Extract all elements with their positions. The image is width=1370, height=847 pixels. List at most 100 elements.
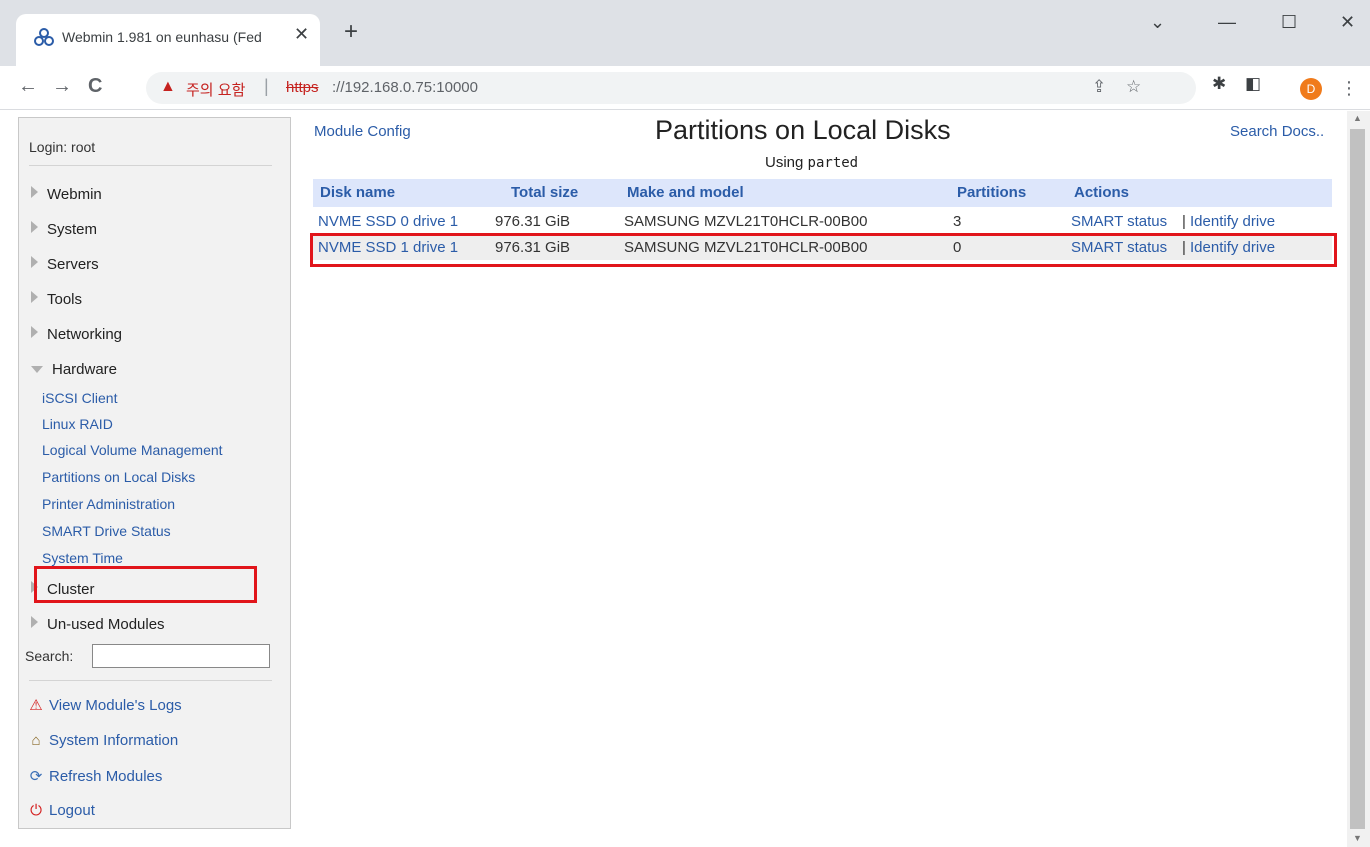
security-warning-icon: ▲ bbox=[160, 78, 176, 95]
sidebar-category-networking[interactable]: Networking bbox=[31, 326, 122, 343]
webmin-page: Login: root Webmin System Servers Tools … bbox=[0, 111, 1370, 847]
sidebar-module-printer-admin[interactable]: Printer Administration bbox=[42, 496, 175, 512]
forward-button[interactable]: → bbox=[52, 75, 72, 98]
sidebar-category-webmin[interactable]: Webmin bbox=[31, 186, 102, 203]
category-label: Un-used Modules bbox=[47, 616, 165, 633]
category-label: Servers bbox=[47, 256, 99, 273]
expanded-arrow-icon bbox=[31, 366, 43, 373]
bookmark-star-icon[interactable]: ☆ bbox=[1126, 77, 1141, 97]
sidebar-module-iscsi-client[interactable]: iSCSI Client bbox=[42, 390, 117, 406]
logout-link[interactable]: ⏻ Logout bbox=[27, 802, 95, 819]
smart-status-link[interactable]: SMART status bbox=[1071, 213, 1167, 230]
identify-drive-link[interactable]: Identify drive bbox=[1190, 213, 1275, 230]
collapsed-arrow-icon bbox=[31, 221, 38, 233]
back-button[interactable]: ← bbox=[18, 75, 38, 98]
sidebar-search-label: Search: bbox=[25, 648, 74, 664]
search-docs-link[interactable]: Search Docs.. bbox=[1230, 123, 1324, 140]
url-separator: | bbox=[264, 76, 269, 96]
column-header-make-model: Make and model bbox=[627, 184, 744, 201]
collapsed-arrow-icon bbox=[31, 291, 38, 303]
disk-name-link[interactable]: NVME SSD 1 drive 1 bbox=[318, 239, 458, 256]
extensions-icon[interactable]: ✱ bbox=[1212, 74, 1226, 94]
link-label: View Module's Logs bbox=[49, 697, 182, 714]
sidebar-module-linux-raid[interactable]: Linux RAID bbox=[42, 416, 113, 432]
action-separator: | bbox=[1182, 239, 1186, 256]
browser-menu-icon[interactable]: ⋮ bbox=[1340, 78, 1358, 99]
refresh-modules-link[interactable]: ⟳ Refresh Modules bbox=[27, 767, 163, 785]
view-module-logs-link[interactable]: ⚠ View Module's Logs bbox=[27, 696, 182, 714]
partitions-cell: 3 bbox=[953, 213, 962, 230]
new-tab-button[interactable]: + bbox=[344, 20, 358, 44]
subtitle-prefix: Using bbox=[765, 154, 804, 171]
subtitle-tool: parted bbox=[807, 155, 859, 171]
page-scrollbar[interactable]: ▲ ▼ bbox=[1347, 111, 1370, 847]
house-icon: ⌂ bbox=[31, 732, 41, 749]
profile-avatar[interactable]: D bbox=[1300, 78, 1322, 100]
side-panel-icon[interactable]: ◧ bbox=[1245, 74, 1261, 94]
url-host: ://192.168.0.75:10000 bbox=[332, 79, 478, 96]
sidebar-divider bbox=[29, 165, 272, 166]
maximize-button[interactable]: ☐ bbox=[1281, 12, 1297, 33]
login-label: Login: root bbox=[29, 139, 96, 155]
browser-tab-webmin[interactable]: Webmin 1.981 on eunhasu (Fed ✕ bbox=[16, 14, 320, 66]
category-label: Networking bbox=[47, 326, 123, 343]
share-icon[interactable]: ⇪ bbox=[1092, 77, 1106, 97]
webmin-sidebar: Login: root Webmin System Servers Tools … bbox=[18, 117, 291, 829]
sidebar-category-cluster[interactable]: Cluster bbox=[31, 581, 95, 598]
sidebar-module-lvm[interactable]: Logical Volume Management bbox=[42, 442, 223, 458]
refresh-icon: ⟳ bbox=[29, 768, 43, 785]
make-model-cell: SAMSUNG MZVL21T0HCLR-00B00 bbox=[624, 239, 868, 256]
link-label: System Information bbox=[49, 732, 179, 749]
sidebar-module-system-time[interactable]: System Time bbox=[42, 550, 123, 566]
column-header-total-size: Total size bbox=[511, 184, 579, 201]
collapsed-arrow-icon bbox=[31, 326, 38, 338]
browser-tab-strip: Webmin 1.981 on eunhasu (Fed ✕ + ⌄ — ☐ ✕ bbox=[0, 0, 1370, 66]
scroll-down-arrow-icon[interactable]: ▼ bbox=[1353, 833, 1362, 843]
close-window-button[interactable]: ✕ bbox=[1340, 12, 1355, 33]
tab-title: Webmin 1.981 on eunhasu (Fed bbox=[62, 29, 262, 45]
smart-status-link[interactable]: SMART status bbox=[1071, 239, 1167, 256]
module-config-link[interactable]: Module Config bbox=[314, 123, 411, 140]
webmin-favicon-icon bbox=[34, 28, 54, 46]
sidebar-category-system[interactable]: System bbox=[31, 221, 97, 238]
category-label: Webmin bbox=[47, 186, 102, 203]
column-header-actions: Actions bbox=[1074, 184, 1130, 201]
url-scheme: https bbox=[286, 79, 319, 96]
address-bar[interactable]: ▲ 주의 요함 | https ://192.168.0.75:10000 ⇪ … bbox=[146, 72, 1196, 104]
sidebar-category-hardware[interactable]: Hardware bbox=[31, 361, 117, 378]
sidebar-category-tools[interactable]: Tools bbox=[31, 291, 82, 308]
category-label: Cluster bbox=[47, 581, 95, 598]
tab-close-icon[interactable]: ✕ bbox=[294, 24, 309, 45]
system-information-link[interactable]: ⌂ System Information bbox=[27, 732, 178, 749]
sidebar-category-unused[interactable]: Un-used Modules bbox=[31, 616, 165, 633]
collapsed-arrow-icon bbox=[31, 581, 38, 593]
disk-name-link[interactable]: NVME SSD 0 drive 1 bbox=[318, 213, 458, 230]
page-title: Partitions on Local Disks bbox=[655, 115, 951, 145]
reload-button[interactable]: C bbox=[88, 75, 102, 98]
column-header-partitions: Partitions bbox=[957, 184, 1027, 201]
total-size-cell: 976.31 GiB bbox=[495, 213, 571, 230]
sidebar-divider bbox=[29, 680, 272, 681]
sidebar-search-input[interactable] bbox=[92, 644, 270, 668]
collapsed-arrow-icon bbox=[31, 616, 38, 628]
power-icon: ⏻ bbox=[30, 802, 42, 819]
sidebar-module-partitions[interactable]: Partitions on Local Disks bbox=[42, 469, 195, 485]
scrollbar-thumb[interactable] bbox=[1350, 129, 1365, 829]
table-row: NVME SSD 1 drive 1 976.31 GiB SAMSUNG MZ… bbox=[313, 235, 1332, 260]
collapsed-arrow-icon bbox=[31, 256, 38, 268]
category-label: Tools bbox=[47, 291, 83, 308]
action-separator: | bbox=[1182, 213, 1186, 230]
category-label: Hardware bbox=[52, 361, 118, 378]
warning-icon: ⚠ bbox=[29, 697, 43, 714]
scroll-up-arrow-icon[interactable]: ▲ bbox=[1353, 113, 1362, 123]
collapsed-arrow-icon bbox=[31, 186, 38, 198]
make-model-cell: SAMSUNG MZVL21T0HCLR-00B00 bbox=[624, 213, 868, 230]
security-warning-label[interactable]: 주의 요함 bbox=[186, 79, 245, 100]
partitions-cell: 0 bbox=[953, 239, 962, 256]
tab-search-dropdown-icon[interactable]: ⌄ bbox=[1150, 12, 1165, 33]
identify-drive-link[interactable]: Identify drive bbox=[1190, 239, 1275, 256]
sidebar-module-smart-status[interactable]: SMART Drive Status bbox=[42, 523, 171, 539]
sidebar-category-servers[interactable]: Servers bbox=[31, 256, 99, 273]
minimize-button[interactable]: — bbox=[1218, 12, 1236, 33]
column-header-disk-name: Disk name bbox=[320, 184, 396, 201]
